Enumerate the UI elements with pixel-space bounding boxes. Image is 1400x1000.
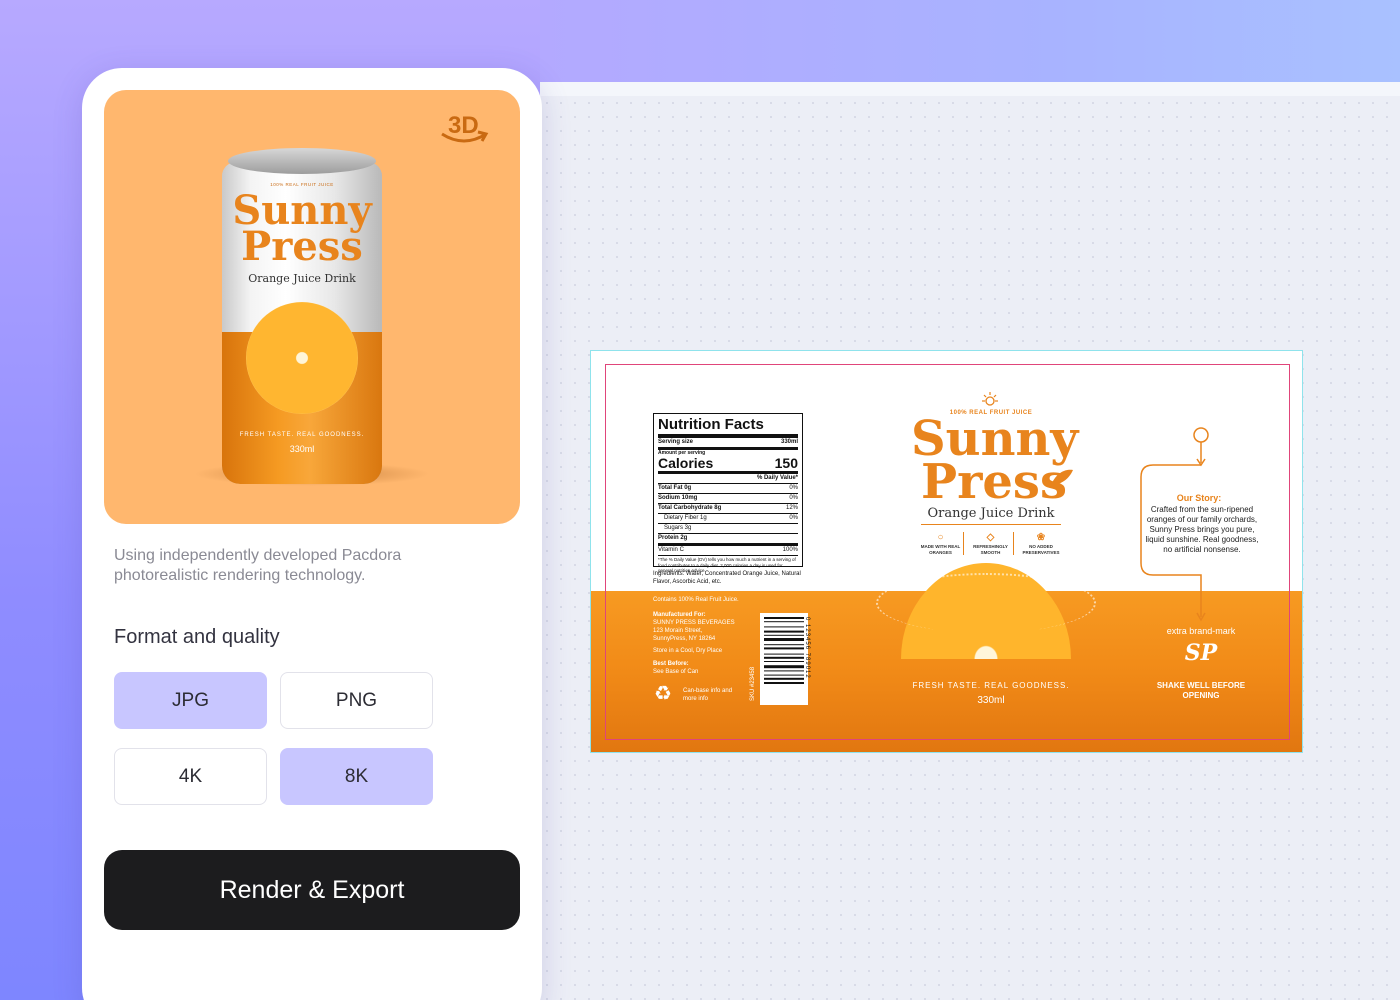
nutrition-row: Sodium 10mg 0%: [658, 494, 798, 504]
nutrition-row: Sugars 3g: [658, 524, 798, 534]
manufactured-label: Manufactured For:: [653, 612, 706, 618]
sun-icon: [980, 392, 1000, 406]
manufacturer-line: 123 Morain Street,: [653, 628, 703, 634]
nutrition-title: Nutrition Facts: [658, 416, 798, 438]
dieline-brand-line2: Press: [921, 454, 1067, 510]
can-lid: [228, 148, 376, 174]
nutrition-row-label: Vitamin C: [658, 547, 684, 553]
render-panel: 3D 100% REAL FRUIT JUICE Sunny Press Ora…: [82, 68, 542, 1000]
shake-text: SHAKE WELL BEFORE OPENING: [1156, 681, 1246, 700]
can-product: Orange Juice Drink: [248, 272, 356, 285]
best-before-value: See Base of Can: [653, 669, 699, 675]
dieline-artwork[interactable]: Nutrition Facts Serving size 330ml Amoun…: [590, 350, 1303, 753]
barcode-bar: [764, 647, 804, 650]
barcode-bar: [764, 682, 804, 684]
recycle-icon: ♻: [654, 683, 672, 705]
manufacturer-line: SUNNY PRESS BEVERAGES: [653, 620, 735, 626]
barcode-number: 0 123456 789012: [804, 617, 810, 679]
can-3d-render: 100% REAL FRUIT JUICE Sunny Press Orange…: [222, 148, 382, 488]
nutrition-row-value: 12%: [785, 505, 798, 511]
render-description: Using independently developed Pacdora ph…: [114, 547, 402, 584]
barcode-bar: [764, 634, 804, 636]
storage-text: Store in a Cool, Dry Place: [653, 648, 723, 654]
nutrition-row-label: Sugars 3g: [664, 525, 692, 531]
quality-4k-button[interactable]: 4K: [114, 748, 267, 805]
dieline-slogan: FRESH TASTE. REAL GOODNESS.: [912, 681, 1070, 690]
leaf-icon: [1049, 467, 1075, 492]
feature-icon: ❀: [1036, 532, 1046, 543]
render-export-button[interactable]: Render & Export: [104, 850, 520, 930]
dieline-volume: 330ml: [977, 695, 1005, 706]
nutrition-row: Vitamin C 100%: [658, 546, 798, 556]
manufacturer-line: SunnyPress, NY 18264: [653, 636, 716, 642]
nutrition-row-value: 0%: [789, 515, 798, 521]
best-before-label: Best Before:: [653, 661, 689, 667]
splash-image: [876, 573, 1096, 633]
background-top: [540, 0, 1400, 90]
barcode-bar: [764, 661, 804, 662]
barcode-bar: [764, 677, 804, 680]
serving-value: 330ml: [780, 439, 798, 445]
can-volume: 330ml: [289, 444, 315, 454]
nutrition-rows: Total Fat 0g 0% Sodium 10mg 0% Total Carbohy…: [658, 484, 798, 556]
product-preview[interactable]: 3D 100% REAL FRUIT JUICE Sunny Press Ora…: [104, 90, 520, 524]
3d-view-icon[interactable]: 3D: [438, 112, 494, 152]
barcode-bar: [764, 638, 804, 641]
nutrition-row-value: 0%: [789, 485, 798, 491]
can-orange-slice: [246, 302, 358, 414]
nutrition-row: Total Carbohydrate 8g 12%: [658, 504, 798, 514]
barcode-bar: [764, 674, 804, 676]
barcode-bar: [764, 665, 804, 669]
dieline-features: ○ MADE WITH REAL ORANGES ◇ REFRESHINGLY SMO…: [918, 532, 1064, 555]
sku-text: SKU #23458: [750, 666, 756, 701]
barcode-bar: [764, 630, 804, 633]
barcode-bar: [764, 626, 804, 628]
nutrition-row-label: Total Fat 0g: [658, 485, 692, 491]
barcode-bar: [764, 617, 804, 619]
feature-item: ○ MADE WITH REAL ORANGES: [918, 532, 964, 555]
nutrition-row: Total Fat 0g 0%: [658, 484, 798, 494]
calories-value: 150: [774, 455, 798, 471]
ingredients-text: Ingredients: Water, Concentrated Orange …: [653, 571, 801, 585]
nutrition-facts-panel: Nutrition Facts Serving size 330ml Amoun…: [653, 413, 803, 573]
monogram-logo: SP: [1184, 640, 1218, 666]
story-text: Crafted from the sun-ripened oranges of …: [1145, 505, 1259, 554]
contains-text: Contains 100% Real Fruit Juice.: [653, 597, 739, 603]
barcode-bar: [764, 653, 804, 655]
nutrition-row-value: 0%: [789, 495, 798, 501]
barcode-bar: [764, 644, 804, 646]
nutrition-row-label: Sodium 10mg: [658, 495, 698, 501]
format-jpg-button[interactable]: JPG: [114, 672, 267, 729]
dv-header: % Daily Value*: [756, 475, 798, 481]
nutrition-row-label: Dietary Fiber 1g: [664, 515, 707, 521]
nutrition-row: Protein 2g: [658, 534, 798, 546]
barcode-bar: [764, 656, 804, 659]
format-quality-title: Format and quality: [114, 626, 280, 648]
nutrition-row-label: Protein 2g: [658, 535, 688, 541]
can-brand-line2: Press: [241, 223, 363, 270]
feature-item: ◇ REFRESHINGLY SMOOTH: [968, 532, 1014, 555]
nutrition-row-value: 100%: [782, 547, 798, 553]
feature-icon: ○: [937, 532, 944, 543]
extra-brand-label: extra brand-mark: [1166, 626, 1236, 636]
feature-item: ❀ NO ADDED PRESERVATIVES: [1018, 532, 1064, 555]
recycle-text: Can-base info and more info: [683, 688, 733, 702]
can-slogan: FRESH TASTE. REAL GOODNESS.: [239, 432, 365, 438]
quality-8k-button[interactable]: 8K: [280, 748, 433, 805]
manufactured-address: SUNNY PRESS BEVERAGES 123 Morain Street, S…: [653, 619, 753, 643]
nutrition-row: Dietary Fiber 1g 0%: [658, 514, 798, 524]
format-png-button[interactable]: PNG: [280, 672, 433, 729]
barcode: [760, 613, 808, 705]
story-title: Our Story:: [1176, 493, 1222, 503]
serving-label: Serving size: [658, 439, 694, 445]
barcode-bar: [764, 670, 804, 672]
feature-icon: ◇: [986, 532, 995, 543]
calories-label: Calories: [658, 455, 714, 471]
dieline-product: Orange Juice Drink: [921, 506, 1061, 525]
barcode-bar: [764, 621, 804, 623]
nutrition-row-label: Total Carbohydrate 8g: [658, 505, 722, 511]
